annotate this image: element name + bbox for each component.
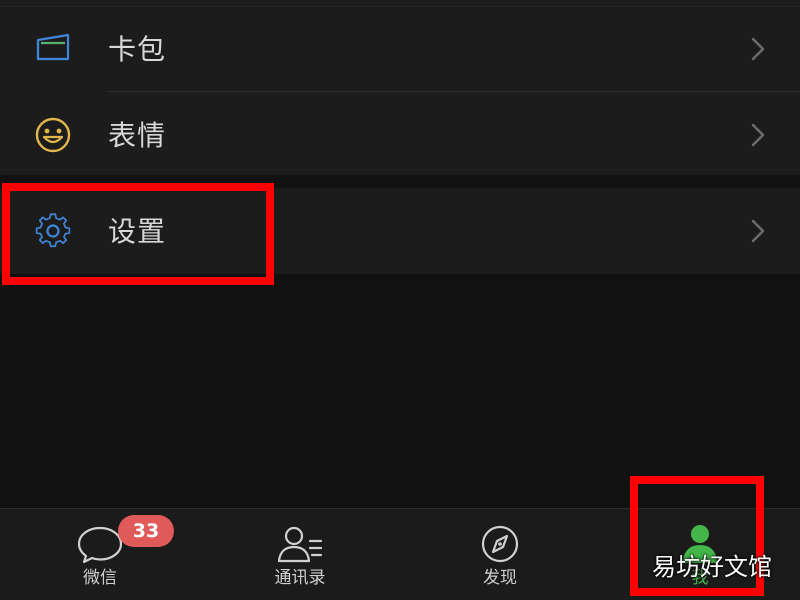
tab-contacts[interactable]: 通讯录 (200, 509, 400, 600)
tab-chats[interactable]: 33 微信 (0, 509, 200, 600)
tab-label: 微信 (83, 568, 117, 588)
compass-icon (476, 523, 524, 565)
menu-group-top: 卡包 表情 (0, 0, 800, 175)
unread-badge: 33 (118, 515, 174, 547)
tab-label: 通讯录 (274, 568, 326, 588)
smiley-icon (32, 115, 74, 155)
chevron-right-icon (750, 122, 766, 148)
highlight-box-settings (2, 183, 274, 285)
menu-item-label: 卡包 (108, 33, 167, 66)
chat-bubble-icon (76, 523, 124, 565)
contacts-icon (276, 523, 324, 565)
tab-label: 发现 (483, 568, 517, 588)
chevron-right-icon (750, 36, 766, 62)
tab-discover[interactable]: 发现 (400, 509, 600, 600)
me-screen: 卡包 表情 设置 33 微信 通讯录 发现 我 易坊好文馆 (0, 0, 800, 600)
watermark-text: 易坊好文馆 (652, 553, 772, 581)
menu-item-label: 表情 (108, 119, 167, 152)
menu-item-stickers[interactable]: 表情 (0, 92, 800, 178)
chevron-right-icon (750, 218, 766, 244)
menu-item-card-wallet[interactable]: 卡包 (0, 6, 800, 92)
card-wallet-icon (32, 29, 74, 69)
